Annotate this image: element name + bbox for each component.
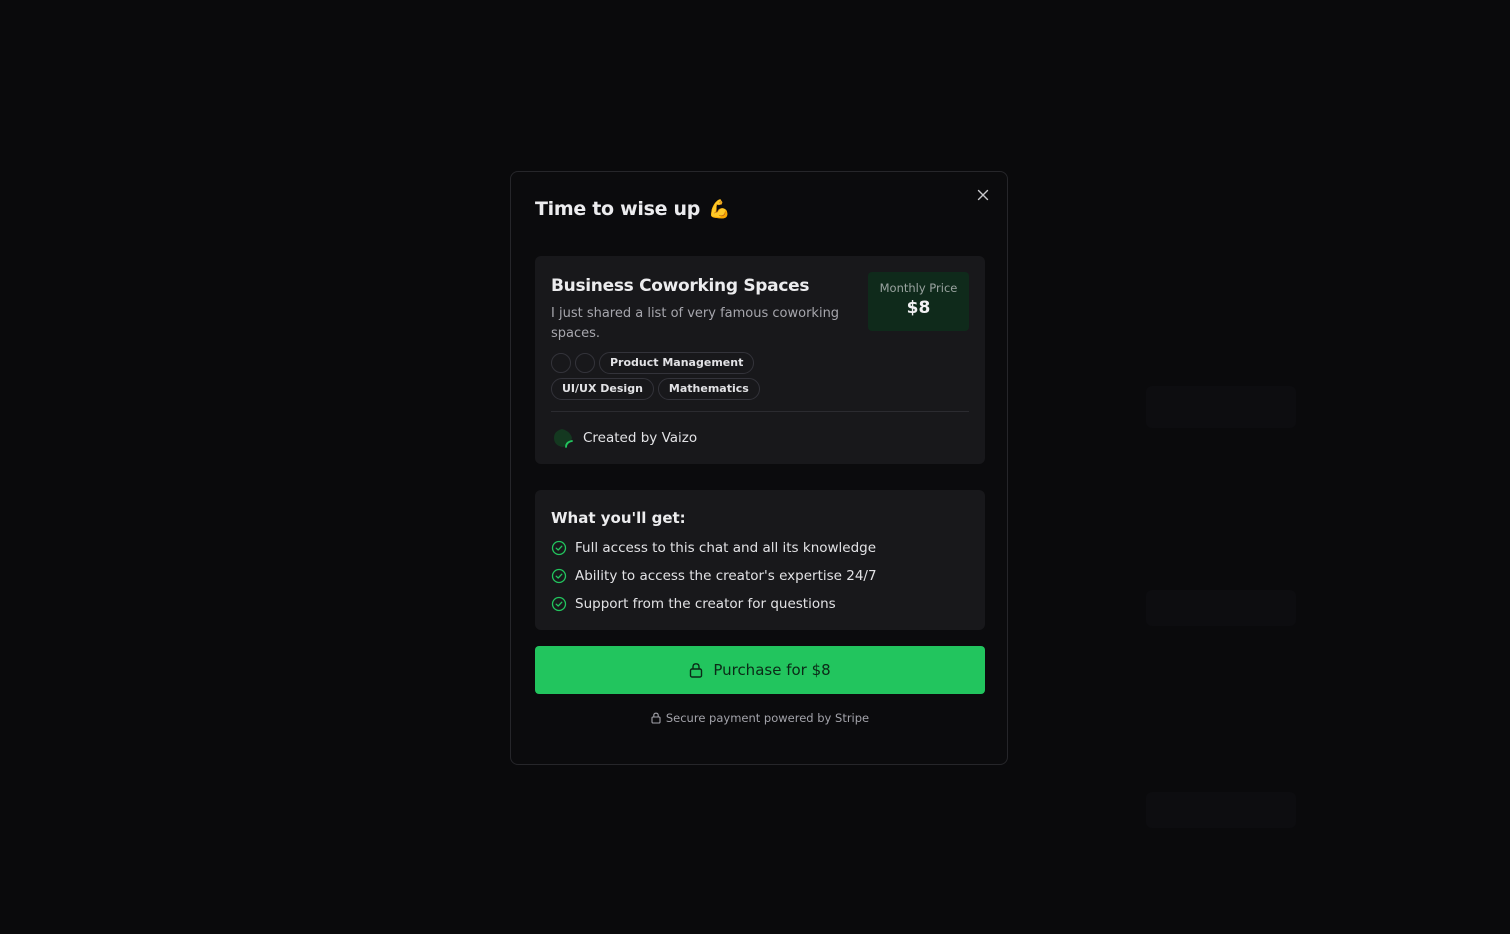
modal-title: Time to wise up <box>535 198 701 220</box>
price-label: Monthly Price <box>879 281 958 295</box>
close-button[interactable] <box>975 187 991 203</box>
background-placeholder <box>1146 386 1296 428</box>
flexed-biceps-icon: 💪 <box>708 198 731 220</box>
secure-payment-text: Secure payment powered by Stripe <box>665 711 870 725</box>
lock-icon <box>651 712 661 724</box>
card-divider <box>551 411 969 412</box>
background-placeholder <box>1146 792 1296 828</box>
purchase-label: Purchase for $8 <box>713 661 831 679</box>
creator-text: Created by Vaizo <box>583 430 698 446</box>
tag-mathematics: Mathematics <box>657 378 760 400</box>
tag-product-management: Product Management <box>599 352 755 374</box>
benefit-item: Ability to access the creator's expertis… <box>551 568 877 584</box>
modal-title-row: Time to wise up 💪 <box>535 198 730 220</box>
background-placeholder <box>1146 590 1296 626</box>
check-circle-icon <box>551 596 567 612</box>
purchase-button[interactable]: Purchase for $8 <box>535 646 985 694</box>
check-circle-icon <box>551 568 567 584</box>
tag-ui-ux-design: UI/UX Design <box>551 378 654 400</box>
chat-title: Business Coworking Spaces <box>551 276 810 296</box>
price-box: Monthly Price $8 <box>868 272 969 331</box>
benefit-item: Support from the creator for questions <box>551 596 836 612</box>
chat-card: Business Coworking Spaces I just shared … <box>535 256 985 464</box>
tag-avatar-placeholder <box>575 353 595 373</box>
benefit-text: Ability to access the creator's expertis… <box>575 568 877 584</box>
benefit-text: Full access to this chat and all its kno… <box>575 540 877 556</box>
secure-payment-note: Secure payment powered by Stripe <box>511 711 1009 725</box>
benefits-title: What you'll get: <box>551 509 686 527</box>
chat-description: I just shared a list of very famous cowo… <box>551 306 840 341</box>
check-circle-icon <box>551 540 567 556</box>
lock-icon <box>690 663 703 678</box>
creator-row: Created by Vaizo <box>551 426 697 450</box>
tag-avatar-placeholder <box>551 353 571 373</box>
price-value: $8 <box>906 298 931 318</box>
benefit-item: Full access to this chat and all its kno… <box>551 540 876 556</box>
close-icon <box>977 189 989 201</box>
purchase-modal: Time to wise up 💪 Business Coworking Spa… <box>510 171 1008 765</box>
creator-avatar-icon <box>554 429 573 448</box>
benefit-text: Support from the creator for questions <box>575 596 836 612</box>
benefits-section: What you'll get: Full access to this cha… <box>535 490 985 630</box>
tag-list: Product Management UI/UX Design Mathemat… <box>551 352 861 400</box>
